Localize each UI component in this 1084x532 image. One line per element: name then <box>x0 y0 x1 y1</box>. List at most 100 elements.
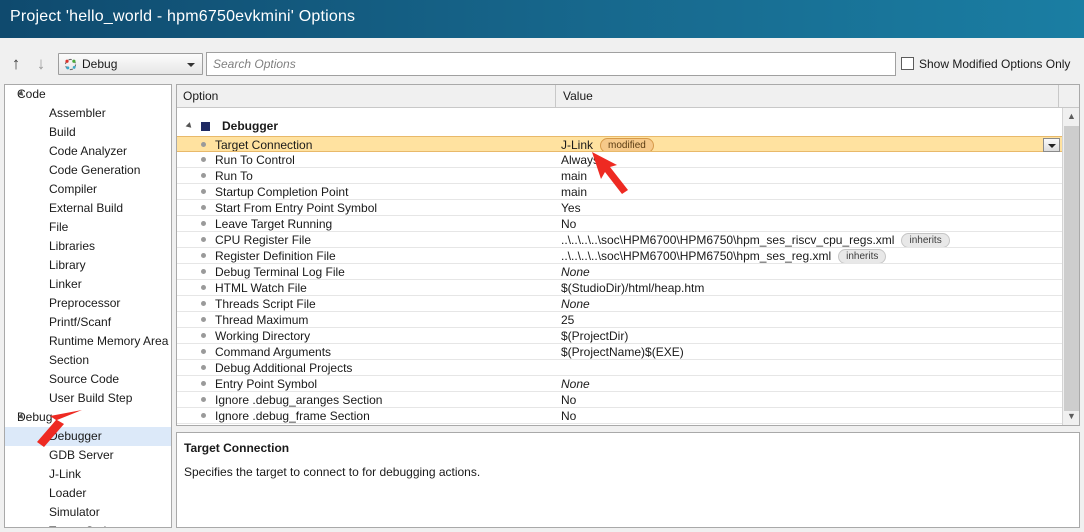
option-name-cell: Working Directory <box>215 329 311 343</box>
show-modified-options-only-checkbox[interactable]: Show Modified Options Only <box>901 57 1070 71</box>
sidebar-item-section[interactable]: Section <box>5 351 171 370</box>
option-value-cell[interactable]: None <box>557 376 1062 391</box>
sidebar-item-gdb-server[interactable]: GDB Server <box>5 446 171 465</box>
option-name-cell: CPU Register File <box>215 233 312 247</box>
sidebar-item-external-build[interactable]: External Build <box>5 199 171 218</box>
option-value-text: None <box>561 265 590 279</box>
grid-vertical-scrollbar[interactable]: ▲ ▼ <box>1062 108 1079 425</box>
option-value-cell[interactable]: $(StudioDir)/html/heap.htm <box>557 280 1062 295</box>
option-value-cell[interactable]: main <box>557 184 1062 199</box>
table-row[interactable]: Target Connection J-Link modified <box>177 136 1062 152</box>
sidebar-item-code-analyzer[interactable]: Code Analyzer <box>5 142 171 161</box>
title-bar: Project 'hello_world - hpm6750evkmini' O… <box>0 0 1084 38</box>
table-row[interactable]: Debug Additional Projects <box>177 360 1062 376</box>
grid-header: Option Value <box>177 85 1079 108</box>
option-value-cell[interactable]: main <box>557 168 1062 183</box>
option-name-cell: Thread Maximum <box>215 313 309 327</box>
option-value-cell[interactable]: Always <box>557 152 1062 167</box>
option-value-cell[interactable]: $(ProjectDir) <box>557 328 1062 343</box>
status-badge: modified <box>600 138 654 151</box>
option-value-cell[interactable]: Yes <box>557 200 1062 215</box>
sidebar-item-source-code[interactable]: Source Code <box>5 370 171 389</box>
option-value-cell[interactable]: 25 <box>557 312 1062 327</box>
scroll-down-icon[interactable]: ▼ <box>1063 408 1079 425</box>
sidebar-item-library[interactable]: Library <box>5 256 171 275</box>
checkbox-box[interactable] <box>901 57 914 70</box>
chevron-down-icon <box>187 63 195 67</box>
value-dropdown-button[interactable] <box>1043 138 1060 152</box>
arrow-up-icon[interactable]: ↑ <box>6 54 26 74</box>
scroll-up-icon[interactable]: ▲ <box>1063 108 1079 125</box>
grid-body[interactable]: Debugger Target Connection J-Link modified… <box>177 108 1062 425</box>
sidebar-item-target-script[interactable]: Target Script <box>5 522 171 527</box>
sidebar-item-label: J-Link <box>49 467 82 481</box>
table-row[interactable]: Debug Terminal Log File None <box>177 264 1062 280</box>
scrollbar-thumb[interactable] <box>1064 126 1079 411</box>
sidebar-item-assembler[interactable]: Assembler <box>5 104 171 123</box>
table-row[interactable]: Thread Maximum 25 <box>177 312 1062 328</box>
option-value-cell[interactable]: ..\..\..\..\soc\HPM6700\HPM6750\hpm_ses_… <box>557 232 1062 247</box>
sidebar-item-debugger[interactable]: Debugger <box>5 427 171 446</box>
option-value-text: $(ProjectDir) <box>561 329 629 343</box>
sidebar-item-code[interactable]: Code <box>5 85 171 104</box>
sidebar-item-file[interactable]: File <box>5 218 171 237</box>
table-row[interactable]: Threads Script File None <box>177 296 1062 312</box>
table-row[interactable]: Run To Control Always <box>177 152 1062 168</box>
sidebar-item-linker[interactable]: Linker <box>5 275 171 294</box>
table-row[interactable]: Ignore .debug_aranges Section No <box>177 392 1062 408</box>
category-tree[interactable]: Code Assembler Build Code Analyzer Code Gene… <box>4 84 172 528</box>
sidebar-item-printf-scanf[interactable]: Printf/Scanf <box>5 313 171 332</box>
table-row[interactable]: Entry Point Symbol None <box>177 376 1062 392</box>
sidebar-item-label: Library <box>49 258 86 272</box>
table-row[interactable]: Register Definition File ..\..\..\..\soc\… <box>177 248 1062 264</box>
debug-config-icon <box>64 58 77 71</box>
option-value-cell[interactable]: No <box>557 392 1062 407</box>
option-value-cell[interactable]: $(ProjectName)$(EXE) <box>557 344 1062 359</box>
sidebar-item-debug[interactable]: Debug <box>5 408 171 427</box>
option-value-text: No <box>561 217 577 231</box>
column-header-option[interactable]: Option <box>177 85 556 107</box>
table-row[interactable]: CPU Register File ..\..\..\..\soc\HPM6700… <box>177 232 1062 248</box>
table-row[interactable]: Start From Entry Point Symbol Yes <box>177 200 1062 216</box>
option-name-cell: Target Connection <box>215 138 313 151</box>
option-value-text: main <box>561 169 588 183</box>
search-input[interactable] <box>207 53 895 75</box>
option-name-cell: Run To Control <box>215 153 295 167</box>
option-value-cell[interactable]: None <box>557 264 1062 279</box>
arrow-down-icon[interactable]: ↓ <box>31 54 51 74</box>
option-value-text: $(ProjectName)$(EXE) <box>561 345 684 359</box>
sidebar-item-loader[interactable]: Loader <box>5 484 171 503</box>
option-value-cell[interactable]: No <box>557 408 1062 423</box>
search-options-box[interactable] <box>206 52 896 76</box>
option-name-cell: Threads Script File <box>215 297 316 311</box>
table-row[interactable]: Working Directory $(ProjectDir) <box>177 328 1062 344</box>
option-value-cell[interactable]: None <box>557 296 1062 311</box>
column-header-value[interactable]: Value <box>557 85 1057 107</box>
sidebar-item-compiler[interactable]: Compiler <box>5 180 171 199</box>
expand-twisty-icon[interactable] <box>185 122 194 130</box>
configuration-dropdown[interactable]: Debug <box>58 53 203 75</box>
option-name-cell: Debug Additional Projects <box>215 361 353 375</box>
group-header-debugger[interactable]: Debugger <box>177 116 1062 136</box>
option-value-text: Yes <box>561 201 581 215</box>
sidebar-item-user-build-step[interactable]: User Build Step <box>5 389 171 408</box>
page-title: Project 'hello_world - hpm6750evkmini' O… <box>10 8 356 25</box>
option-value-cell[interactable]: No <box>557 216 1062 231</box>
option-value-cell[interactable] <box>557 360 1062 375</box>
table-row[interactable]: Leave Target Running No <box>177 216 1062 232</box>
table-row[interactable]: Startup Completion Point main <box>177 184 1062 200</box>
sidebar-item-label: Simulator <box>49 505 100 519</box>
option-value-cell[interactable]: J-Link modified <box>557 137 1062 151</box>
table-row[interactable]: Run To main <box>177 168 1062 184</box>
table-row[interactable]: Command Arguments $(ProjectName)$(EXE) <box>177 344 1062 360</box>
sidebar-item-code-generation[interactable]: Code Generation <box>5 161 171 180</box>
option-value-cell[interactable]: ..\..\..\..\soc\HPM6700\HPM6750\hpm_ses_… <box>557 248 1062 263</box>
sidebar-item-libraries[interactable]: Libraries <box>5 237 171 256</box>
sidebar-item-runtime-memory-area[interactable]: Runtime Memory Area <box>5 332 171 351</box>
sidebar-item-preprocessor[interactable]: Preprocessor <box>5 294 171 313</box>
sidebar-item-simulator[interactable]: Simulator <box>5 503 171 522</box>
table-row[interactable]: Ignore .debug_frame Section No <box>177 408 1062 424</box>
sidebar-item-build[interactable]: Build <box>5 123 171 142</box>
sidebar-item-j-link[interactable]: J-Link <box>5 465 171 484</box>
table-row[interactable]: HTML Watch File $(StudioDir)/html/heap.ht… <box>177 280 1062 296</box>
